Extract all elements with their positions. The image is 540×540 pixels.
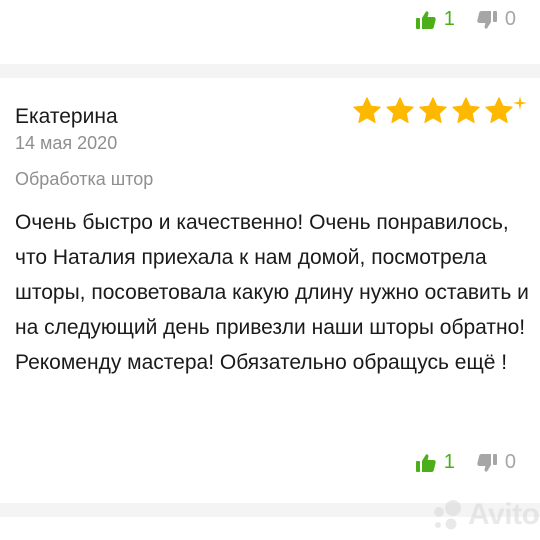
sparkle-icon <box>513 96 527 110</box>
review-text: Очень быстро и качественно! Очень понрав… <box>15 211 529 374</box>
star-icon <box>485 97 513 123</box>
dislike-count: 0 <box>504 451 516 473</box>
watermark-text: Avito <box>468 498 540 531</box>
like-button[interactable]: 1 <box>415 8 455 31</box>
review-divider <box>0 64 540 78</box>
dislike-button[interactable]: 0 <box>477 451 516 474</box>
rating-stars <box>352 96 514 126</box>
star-icon <box>419 97 447 123</box>
star-icon <box>386 97 414 123</box>
review-author: Екатерина <box>15 105 118 128</box>
review-date: 14 мая 2020 <box>15 133 118 153</box>
like-button[interactable]: 1 <box>415 451 455 474</box>
reviews-page: 1 0 Екатерина 14 мая 2020 Обработка штор… <box>0 0 540 540</box>
star-icon <box>353 97 381 123</box>
avito-watermark: Avito <box>430 498 540 532</box>
review-service: Обработка штор <box>15 169 154 189</box>
review-votes: 1 0 <box>415 451 516 474</box>
like-count: 1 <box>443 451 455 473</box>
thumbs-up-icon <box>415 10 436 29</box>
dislike-count: 0 <box>504 8 516 30</box>
like-count: 1 <box>443 8 455 30</box>
dislike-button[interactable]: 0 <box>477 8 516 31</box>
thumbs-up-icon <box>415 453 436 472</box>
previous-review-votes: 1 0 <box>415 8 516 31</box>
avito-logo-icon <box>434 500 461 530</box>
thumbs-down-icon <box>477 453 497 472</box>
star-icon <box>452 97 480 123</box>
thumbs-down-icon <box>477 10 497 29</box>
